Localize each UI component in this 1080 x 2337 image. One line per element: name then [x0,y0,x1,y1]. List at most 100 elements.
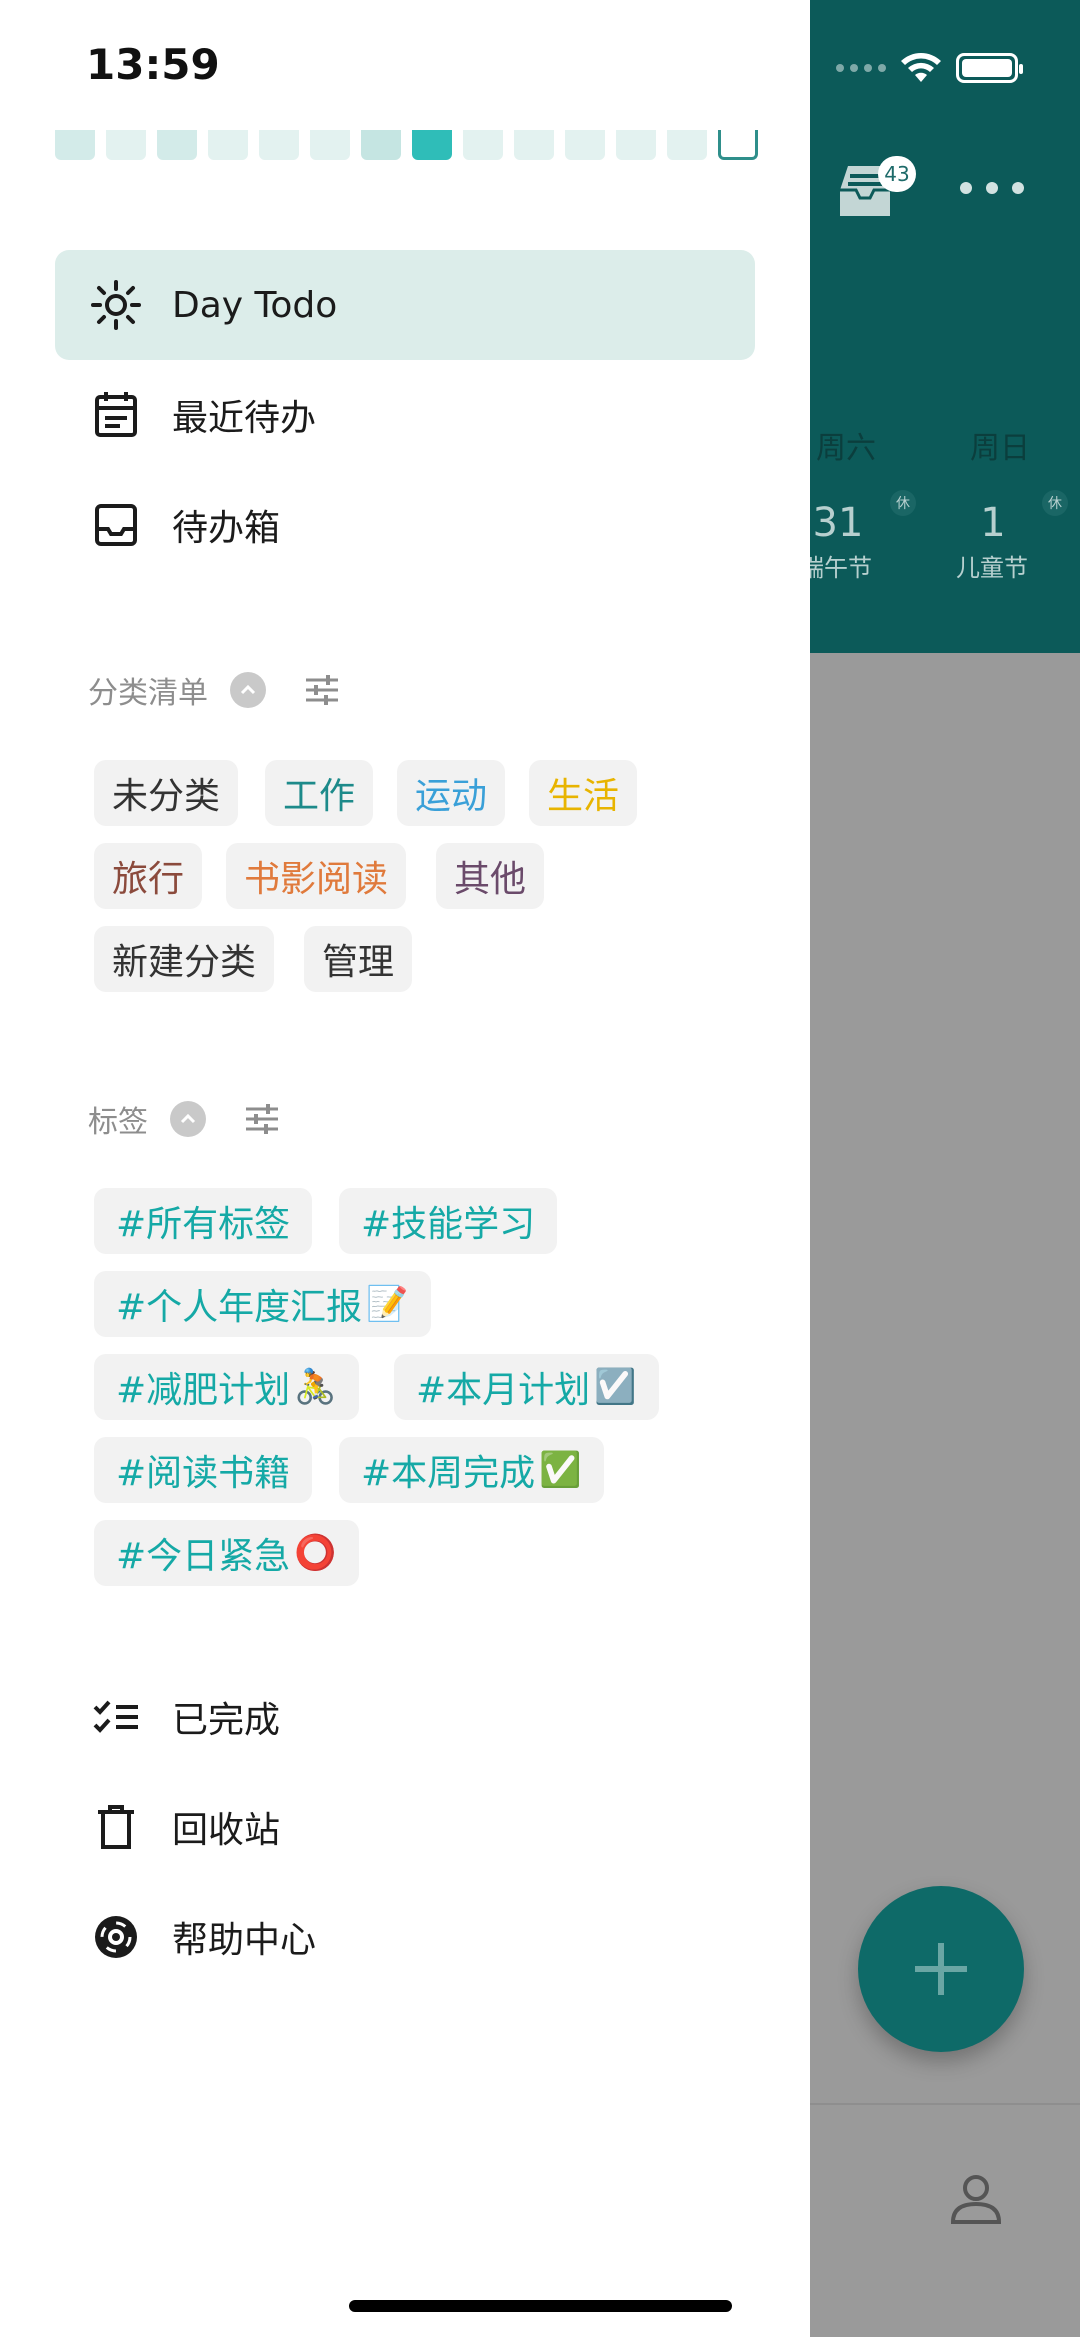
category-label: 其他 [454,859,527,900]
nav-label: 回收站 [172,1810,281,1851]
category-label: 新建分类 [112,942,257,983]
category-chip[interactable]: 旅行 [94,843,203,909]
sun-icon [90,279,142,331]
category-label: 工作 [283,776,356,817]
tag-label: #本月计划 [416,1370,591,1411]
tag-chip[interactable]: #阅读书籍 [94,1437,313,1503]
tag-chip[interactable]: #所有标签 [94,1188,313,1254]
weekday-label: 周日 [970,431,1030,466]
manage-categories-button[interactable]: 管理 [304,926,413,992]
heatmap-cell [55,130,95,160]
more-icon[interactable] [960,182,1024,194]
bottom-tab-bar [810,2103,1080,2337]
add-task-button[interactable] [858,1886,1024,2052]
tag-label: #今日紧急 [116,1536,291,1577]
tag-chip[interactable]: #本周完成 ✅ [339,1437,604,1503]
tag-chip[interactable]: #本月计划 ☑️ [394,1354,659,1420]
heatmap-cell [718,130,758,160]
tag-chip[interactable]: #今日紧急 ⭕ [94,1520,359,1586]
heatmap-cell [361,130,401,160]
nav-item-trash[interactable]: 回收站 [55,1772,755,1882]
heatmap-cell [412,130,452,160]
cellular-signal-icon [836,64,886,72]
nav-item-recent-todos[interactable]: 最近待办 [55,360,755,470]
category-label: 运动 [415,776,488,817]
app-screen: 43 周六 周日 31 休 端午节 1 休 儿童节 13:59 Day Todo… [0,0,1080,2337]
plus-icon [915,1943,967,1995]
heatmap-cell [616,130,656,160]
inbox-count-badge: 43 [878,156,916,192]
status-icons [836,52,1023,84]
heatmap-cell [208,130,248,160]
profile-icon[interactable] [948,2170,1004,2226]
tags-header: 标签 [88,1097,282,1141]
sliders-icon[interactable] [242,1099,282,1139]
category-chip[interactable]: 工作 [265,760,374,826]
holiday-rest-badge: 休 [1042,490,1068,516]
tag-label: #技能学习 [361,1204,536,1245]
cyclist-emoji-icon: 🚴 [294,1367,337,1407]
heatmap-cell [514,130,554,160]
calendar-day-number[interactable]: 1 [953,500,1033,546]
memo-emoji-icon: 📝 [366,1284,409,1324]
category-chip[interactable]: 运动 [397,760,506,826]
tag-label: #所有标签 [116,1204,291,1245]
section-title: 标签 [88,1105,148,1140]
red-circle-emoji-icon: ⭕ [294,1533,337,1573]
section-title: 分类清单 [88,676,208,711]
wifi-icon [901,53,941,82]
category-label: 书影阅读 [244,859,389,900]
category-chip[interactable]: 书影阅读 [226,843,407,909]
checkbox-emoji-icon: ☑️ [594,1367,637,1407]
calendar-header: 43 周六 周日 31 休 端午节 1 休 儿童节 [800,0,1080,653]
lifebuoy-icon [90,1911,142,1963]
nav-label: 最近待办 [172,398,317,439]
nav-item-help-center[interactable]: 帮助中心 [55,1882,755,1992]
categories-header: 分类清单 [88,668,342,712]
tag-label: #减肥计划 [116,1370,291,1411]
tag-label: #阅读书籍 [116,1453,291,1494]
heatmap-cell [565,130,605,160]
tag-chip[interactable]: #技能学习 [339,1188,558,1254]
heatmap-cell [310,130,350,160]
trash-icon [90,1801,142,1853]
checklist-icon [90,1691,142,1743]
tag-label: #个人年度汇报 [116,1287,363,1328]
calendar-icon [90,389,142,441]
home-indicator[interactable] [349,2300,732,2312]
tag-label: #本周完成 [361,1453,536,1494]
nav-label: 帮助中心 [172,1920,317,1961]
calendar-day-number[interactable]: 31 [798,500,878,546]
collapse-chevron-icon[interactable] [170,1101,206,1137]
holiday-rest-badge: 休 [890,490,916,516]
tag-chip[interactable]: #个人年度汇报 📝 [94,1271,431,1337]
activity-heatmap [55,130,758,160]
background-app[interactable]: 43 周六 周日 31 休 端午节 1 休 儿童节 [800,0,1080,2337]
tag-chip[interactable]: #减肥计划 🚴 [94,1354,359,1420]
status-time: 13:59 [86,40,220,89]
holiday-name: 儿童节 [956,554,1028,582]
nav-label: 已完成 [172,1700,281,1741]
heatmap-cell [259,130,299,160]
nav-item-completed[interactable]: 已完成 [55,1662,755,1772]
category-label: 生活 [547,776,620,817]
nav-item-day-todo[interactable]: Day Todo [55,250,755,360]
heatmap-cell [157,130,197,160]
side-drawer: 13:59 Day Todo 最近待办 待办箱 分类清单 未分类 工作 运动 生… [0,0,810,2337]
nav-label: 待办箱 [172,508,281,549]
nav-item-inbox[interactable]: 待办箱 [55,470,755,580]
category-label: 未分类 [112,776,221,817]
weekday-label: 周六 [816,431,876,466]
category-chip[interactable]: 其他 [436,843,545,909]
collapse-chevron-icon[interactable] [230,672,266,708]
battery-icon [956,53,1023,83]
category-label: 管理 [322,942,395,983]
category-chip[interactable]: 未分类 [94,760,239,826]
inbox-tray-icon [90,499,142,551]
category-label: 旅行 [112,859,185,900]
new-category-button[interactable]: 新建分类 [94,926,275,992]
sliders-icon[interactable] [302,670,342,710]
check-mark-emoji-icon: ✅ [539,1450,582,1490]
heatmap-cell [106,130,146,160]
category-chip[interactable]: 生活 [529,760,638,826]
